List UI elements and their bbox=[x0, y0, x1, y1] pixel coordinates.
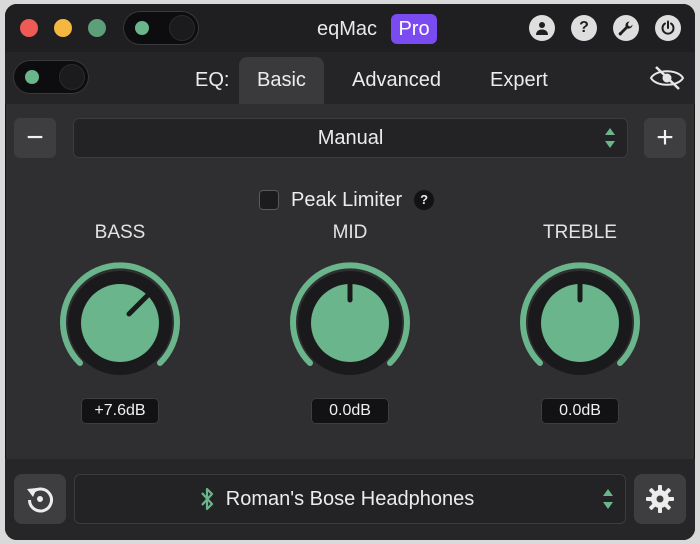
output-device-select[interactable]: Roman's Bose Headphones bbox=[74, 474, 626, 524]
toggle-indicator bbox=[25, 70, 39, 84]
eq-label: EQ: bbox=[195, 69, 230, 91]
mid-value[interactable]: 0.0dB bbox=[311, 398, 389, 424]
mid-label: MID bbox=[332, 222, 368, 243]
preset-selected: Manual bbox=[317, 127, 384, 149]
stepper-icon bbox=[603, 489, 613, 509]
reset-button[interactable] bbox=[14, 474, 66, 524]
pro-badge[interactable]: Pro bbox=[391, 14, 437, 44]
bass-knob-group: BASS +7.6dB bbox=[40, 216, 200, 436]
treble-knob[interactable] bbox=[515, 258, 645, 388]
output-bar: Roman's Bose Headphones bbox=[5, 459, 695, 540]
peak-limiter-help-icon[interactable]: ? bbox=[414, 190, 435, 210]
power-icon[interactable] bbox=[655, 15, 681, 41]
toggle-knob bbox=[59, 64, 85, 90]
peak-limiter-checkbox[interactable] bbox=[259, 190, 279, 210]
toggle-indicator bbox=[135, 21, 149, 35]
peak-limiter-label: Peak Limiter bbox=[291, 188, 403, 211]
stepper-icon bbox=[605, 128, 615, 148]
tab-expert[interactable]: Expert bbox=[472, 57, 566, 104]
preset-select[interactable]: Manual bbox=[73, 118, 628, 158]
tab-advanced[interactable]: Advanced bbox=[334, 57, 459, 104]
treble-value[interactable]: 0.0dB bbox=[541, 398, 619, 424]
engine-toggle[interactable] bbox=[123, 11, 199, 45]
treble-knob-group: TREBLE 0.0dB bbox=[500, 216, 660, 436]
bass-label: BASS bbox=[94, 222, 146, 243]
settings-button[interactable] bbox=[634, 474, 686, 524]
mid-knob-group: MID 0.0dB bbox=[270, 216, 430, 436]
maximize-button[interactable] bbox=[88, 19, 106, 37]
remove-preset-button[interactable]: − bbox=[14, 118, 56, 158]
close-button[interactable] bbox=[20, 19, 38, 37]
treble-label: TREBLE bbox=[543, 222, 617, 243]
add-preset-button[interactable]: + bbox=[644, 118, 686, 158]
gear-icon bbox=[646, 485, 674, 513]
app-title: eqMac bbox=[317, 18, 378, 40]
minimize-button[interactable] bbox=[54, 19, 72, 37]
mid-knob[interactable] bbox=[285, 258, 415, 388]
reset-icon bbox=[27, 487, 53, 513]
toggle-knob bbox=[169, 15, 195, 41]
peak-limiter: Peak Limiter ? bbox=[259, 187, 435, 213]
eq-toggle[interactable] bbox=[13, 60, 89, 94]
eqmac-window: eqMac Pro ? EQ: Basic Advanced Expert − … bbox=[5, 4, 695, 540]
eye-slash-icon[interactable] bbox=[649, 65, 685, 91]
title-bar: eqMac Pro ? bbox=[5, 4, 695, 52]
bass-value[interactable]: +7.6dB bbox=[81, 398, 159, 424]
output-device-name: Roman's Bose Headphones bbox=[225, 488, 475, 510]
bass-knob[interactable] bbox=[55, 258, 185, 388]
user-icon[interactable] bbox=[529, 15, 555, 41]
tab-basic[interactable]: Basic bbox=[239, 57, 324, 104]
question-icon[interactable]: ? bbox=[571, 15, 597, 41]
eq-mode-tabs: EQ: Basic Advanced Expert bbox=[5, 52, 695, 104]
wrench-icon[interactable] bbox=[613, 15, 639, 41]
